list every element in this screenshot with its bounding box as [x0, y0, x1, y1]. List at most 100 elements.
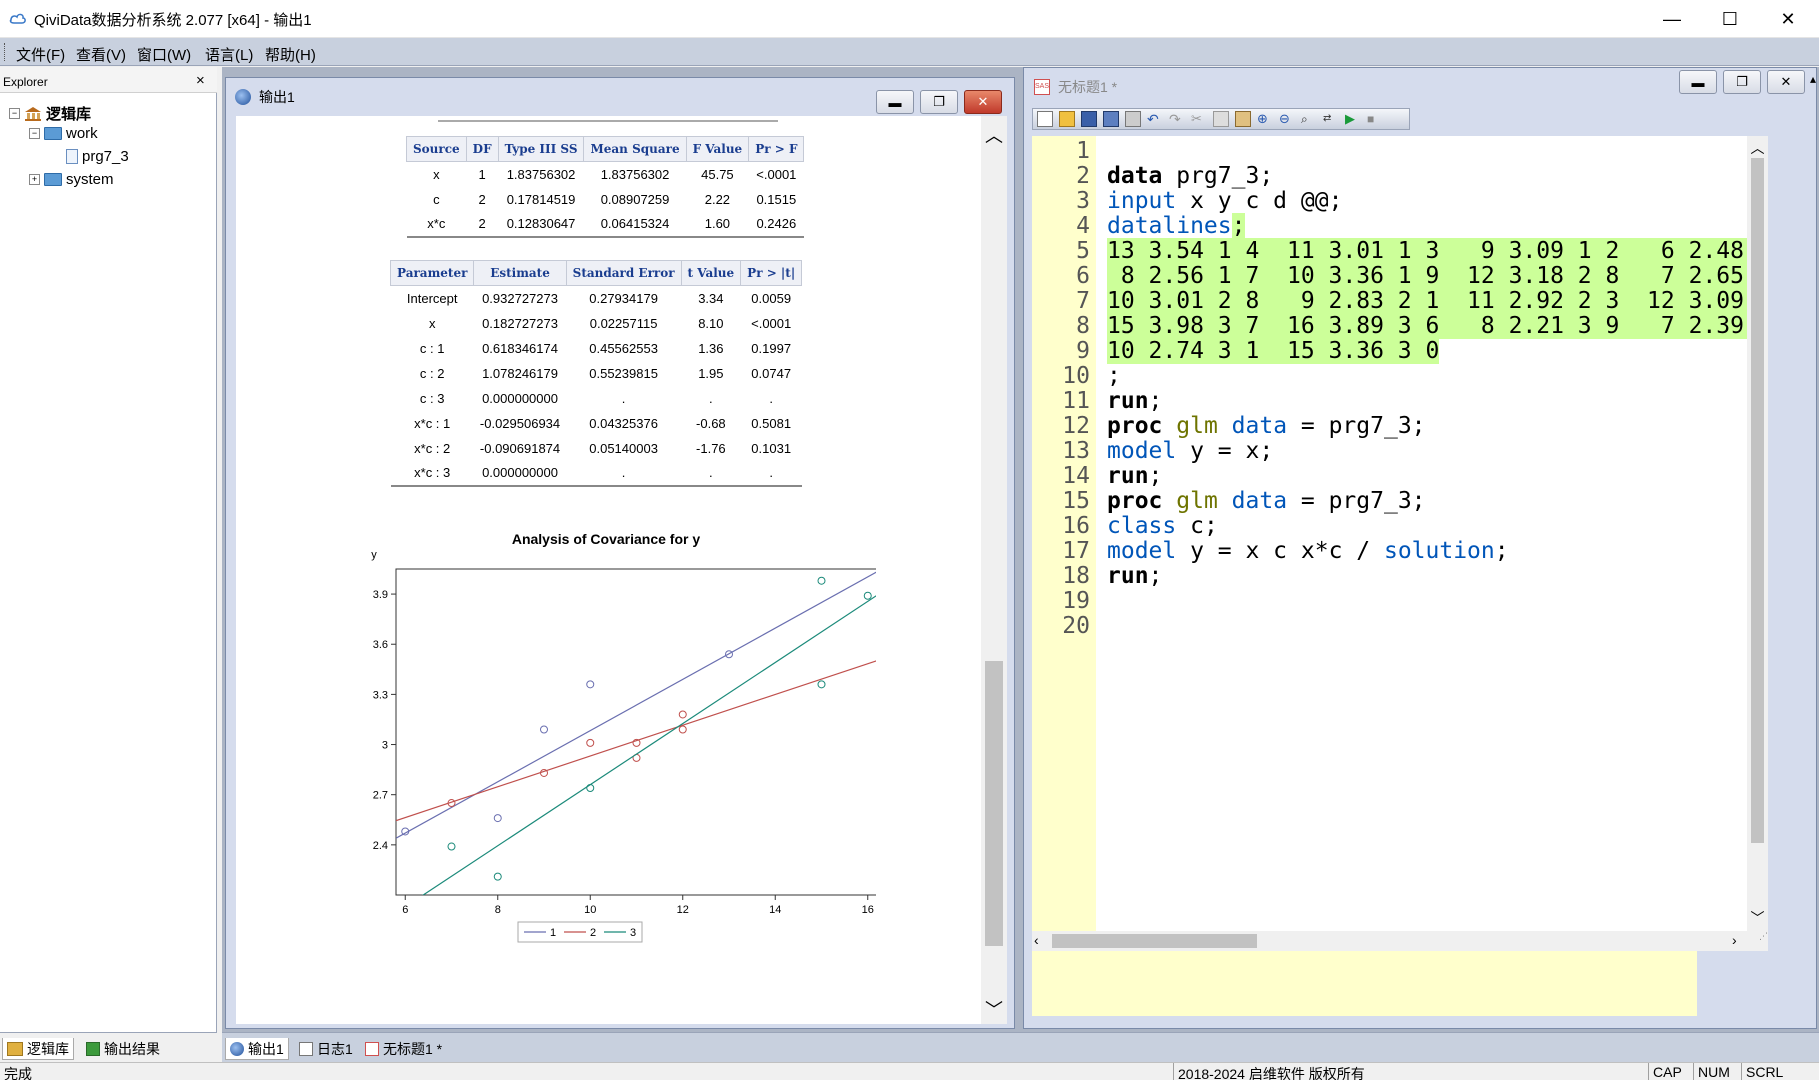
editor-vscrollbar[interactable]: ︿ ﹀: [1747, 136, 1768, 931]
undo-icon[interactable]: ↶: [1147, 111, 1163, 127]
code-line[interactable]: 15 3.98 3 7 16 3.89 3 6 8 2.21 3 9 7 2.3…: [1107, 313, 1747, 339]
explorer-close-icon[interactable]: ×: [196, 72, 205, 89]
code-line[interactable]: class c;: [1107, 513, 1218, 539]
table-cell: 0.0747: [751, 365, 792, 381]
tab-output1[interactable]: 输出1: [225, 1038, 289, 1060]
scroll-up-icon[interactable]: ︿: [1747, 138, 1768, 158]
redo-icon[interactable]: ↷: [1169, 111, 1185, 127]
paste-icon[interactable]: [1235, 111, 1251, 127]
code-line[interactable]: run;: [1107, 388, 1162, 414]
print-icon[interactable]: [1125, 111, 1141, 127]
code-line[interactable]: 8 2.56 1 7 10 3.36 1 9 12 3.18 2 8 7 2.6…: [1107, 263, 1747, 289]
zoom-in-icon[interactable]: ⊕: [1257, 111, 1273, 127]
code-line[interactable]: proc glm data = prg7_3;: [1107, 488, 1426, 514]
table-row: x*c : 2 -0.090691874 0.05140003 -1.76 0.1031: [391, 436, 802, 461]
scrollbar-thumb[interactable]: [985, 661, 1003, 946]
code-line[interactable]: run;: [1107, 563, 1162, 589]
zoom-out-icon[interactable]: ⊖: [1279, 111, 1295, 127]
menu-file[interactable]: 文件(F): [16, 44, 65, 65]
editor-minimize-button[interactable]: ▬: [1679, 70, 1717, 94]
status-text: 完成: [4, 1066, 32, 1080]
editor-window: SAS 无标题1 * ▬ ❐ ✕ ▴ ↶ ↷ ✂ ⊕ ⊖ ⌕ ⇄ ▶ ■ 1 2…: [1023, 67, 1817, 1029]
code-line[interactable]: proc glm data = prg7_3;: [1107, 413, 1426, 439]
run-icon[interactable]: ▶: [1345, 111, 1361, 127]
scroll-up-icon[interactable]: ︿: [981, 122, 1007, 148]
line-number: 1: [1076, 138, 1090, 164]
explorer-title: Explorer: [3, 75, 48, 89]
find-icon[interactable]: ⌕: [1301, 111, 1317, 127]
output-close-button[interactable]: ✕: [964, 90, 1002, 114]
save-all-icon[interactable]: [1103, 111, 1119, 127]
code-line[interactable]: datalines;: [1107, 213, 1246, 239]
editor-close-button[interactable]: ✕: [1767, 70, 1805, 94]
editor-vscroll-thumb[interactable]: [1751, 158, 1764, 843]
close-button[interactable]: ✕: [1759, 0, 1817, 38]
code-line[interactable]: input x y c d @@;: [1107, 188, 1342, 214]
table-cell: .: [621, 390, 626, 406]
tree-label-dataset: prg7_3: [82, 148, 129, 165]
collapse-icon[interactable]: −: [9, 108, 20, 119]
table-cell: 45.75: [701, 166, 734, 182]
table-row: x*c : 1 -0.029506934 0.04325376 -0.68 0.5081: [391, 411, 802, 436]
tab-untitled1[interactable]: 无标题1 *: [361, 1038, 446, 1060]
output-restore-button[interactable]: ❐: [920, 90, 958, 114]
line-number: 12: [1062, 413, 1090, 439]
expand-icon[interactable]: +: [29, 174, 40, 185]
code-line[interactable]: ;: [1107, 363, 1121, 389]
y-tick-label: 3.9: [373, 589, 388, 601]
output-minimize-button[interactable]: ▬: [876, 90, 914, 114]
menu-view[interactable]: 查看(V): [76, 44, 126, 65]
editor-hscroll-thumb[interactable]: [1052, 934, 1257, 948]
code-line[interactable]: model y = x;: [1107, 438, 1273, 464]
output-scrollbar[interactable]: ︿ ﹀: [981, 116, 1007, 1024]
line-number: 13: [1062, 438, 1090, 464]
table-row: c : 2 1.078246179 0.55239815 1.95 0.0747: [391, 361, 802, 386]
stop-icon[interactable]: ■: [1367, 111, 1383, 127]
anova-header: Type III SS: [497, 136, 585, 162]
menu-window[interactable]: 窗口(W): [137, 44, 191, 65]
scroll-right-icon[interactable]: ›: [1732, 932, 1737, 948]
y-tick-label: 3.3: [373, 689, 388, 701]
code-line[interactable]: 10 3.01 2 8 9 2.83 2 1 11 2.92 2 3 12 3.…: [1107, 288, 1747, 314]
tab-output1-label: 输出1: [248, 1040, 284, 1057]
open-icon[interactable]: [1059, 111, 1075, 127]
resize-grip[interactable]: ⋰: [1747, 931, 1768, 951]
tree-item-work[interactable]: − work: [29, 125, 98, 142]
collapse-icon[interactable]: −: [29, 128, 40, 139]
editor-hscrollbar[interactable]: ‹ ›: [1032, 931, 1747, 951]
minimize-button[interactable]: —: [1643, 0, 1701, 38]
save-icon[interactable]: [1081, 111, 1097, 127]
scroll-left-icon[interactable]: ‹: [1034, 932, 1039, 948]
scroll-down-icon[interactable]: ﹀: [981, 996, 1007, 1022]
menu-language[interactable]: 语言(L): [205, 44, 253, 65]
tree-item-dataset[interactable]: prg7_3: [66, 148, 129, 165]
code-editor[interactable]: 1 2 data prg7_3; 3 input x y c d @@; 4 datalin…: [1032, 136, 1747, 931]
code-line[interactable]: 13 3.54 1 4 11 3.01 1 3 9 3.09 1 2 6 2.4…: [1107, 238, 1747, 264]
tab-output-results-label: 输出结果: [104, 1041, 160, 1057]
app-logo-icon: [9, 13, 26, 24]
replace-icon[interactable]: ⇄: [1323, 111, 1339, 127]
explorer-header: Explorer ×: [0, 67, 217, 93]
line-number: 8: [1076, 313, 1090, 339]
menu-help[interactable]: 帮助(H): [265, 44, 316, 65]
code-line[interactable]: model y = x c x*c / solution;: [1107, 538, 1509, 564]
editor-restore-button[interactable]: ❐: [1723, 70, 1761, 94]
tab-library[interactable]: 逻辑库: [2, 1038, 74, 1060]
maximize-button[interactable]: ☐: [1701, 0, 1759, 38]
tree-item-system[interactable]: + system: [29, 171, 114, 188]
tab-output-results[interactable]: 输出结果: [82, 1038, 164, 1060]
tree-item-library-root[interactable]: − 逻辑库: [9, 103, 91, 124]
tab-log1-label: 日志1: [317, 1041, 353, 1057]
new-icon[interactable]: [1037, 111, 1053, 127]
table-cell: .: [709, 390, 713, 406]
editor-scroll-up-small-icon[interactable]: ▴: [1810, 72, 1816, 86]
anova-header: Source: [406, 136, 467, 162]
scroll-down-icon[interactable]: ﹀: [1747, 908, 1768, 928]
code-line[interactable]: run;: [1107, 463, 1162, 489]
code-line[interactable]: data prg7_3;: [1107, 163, 1273, 189]
copy-icon[interactable]: [1213, 111, 1229, 127]
cut-icon[interactable]: ✂: [1191, 111, 1207, 127]
tab-log1[interactable]: 日志1: [295, 1038, 357, 1060]
code-line[interactable]: 10 2.74 3 1 15 3.36 3 0: [1107, 338, 1440, 364]
table-cell: x: [433, 166, 440, 182]
